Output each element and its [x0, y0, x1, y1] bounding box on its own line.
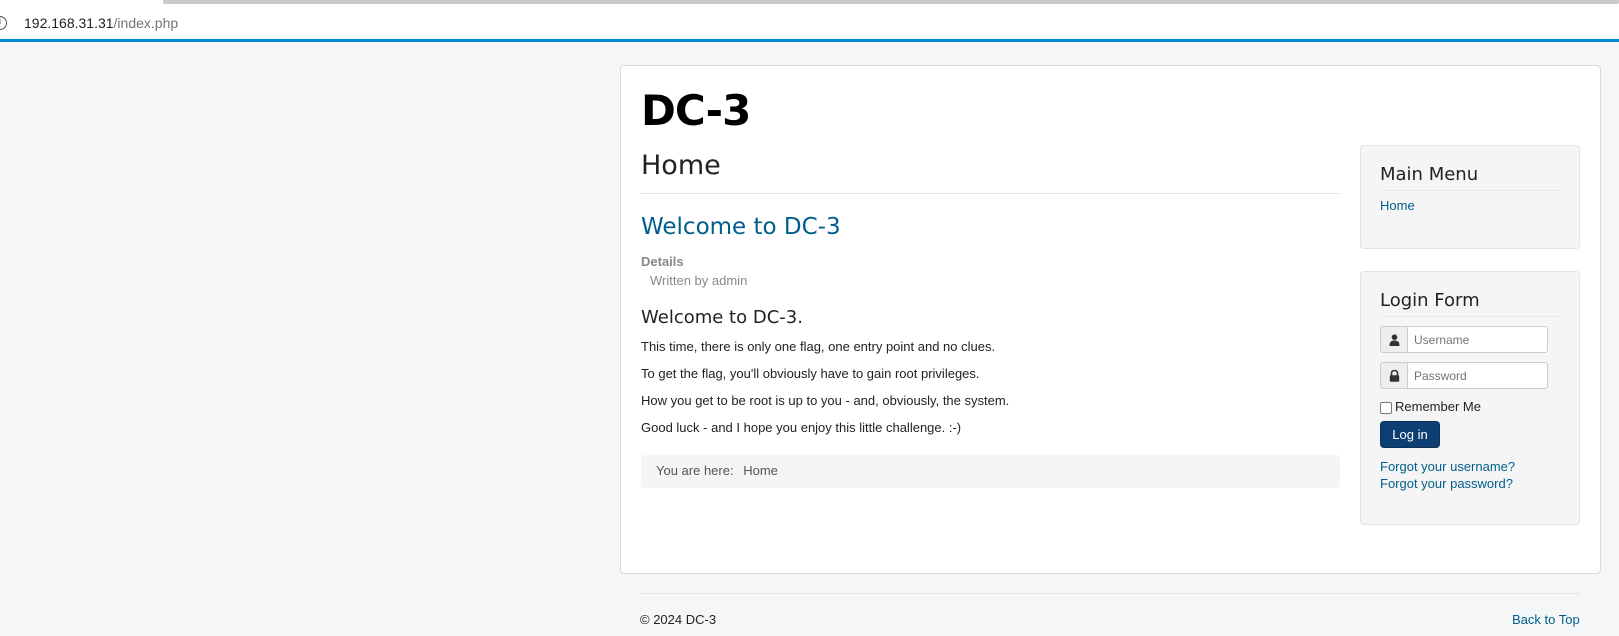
url-path: /index.php — [113, 15, 179, 31]
forgot-password-link[interactable]: Forgot your password? — [1380, 475, 1560, 492]
site-brand[interactable]: DC-3 — [641, 86, 751, 135]
main-menu-title: Main Menu — [1380, 164, 1560, 191]
article-paragraph: How you get to be root is up to you - an… — [641, 393, 1010, 408]
url-host: 192.168.31.31 — [24, 15, 114, 31]
password-row — [1380, 362, 1560, 389]
browser-address-bar: i 192.168.31.31/index.php — [0, 0, 1619, 42]
user-icon — [1380, 326, 1407, 353]
article-title[interactable]: Welcome to DC-3 — [641, 214, 1340, 240]
info-icon[interactable]: i — [0, 16, 7, 30]
remember-me-row: Remember Me — [1380, 399, 1560, 414]
article-subheading: Welcome to DC-3. — [641, 307, 803, 328]
main-menu-module: Main Menu Home — [1360, 145, 1580, 249]
footer-copyright: © 2024 DC-3 — [640, 612, 717, 627]
login-form-module: Login Form Remember Me Log in Forgot you… — [1360, 271, 1580, 525]
article-details-label: Details — [641, 254, 684, 269]
page-heading: Home — [641, 150, 1340, 194]
remember-me-checkbox[interactable] — [1380, 401, 1392, 414]
url-field[interactable]: 192.168.31.31/index.php — [24, 15, 178, 31]
footer-divider — [640, 593, 1581, 594]
main-content: Home Welcome to DC-3 Details Written by … — [641, 150, 1340, 488]
lock-icon — [1380, 362, 1407, 389]
menu-item-home[interactable]: Home — [1380, 198, 1560, 213]
article-author: Written by admin — [650, 273, 748, 288]
article-paragraph: Good luck - and I hope you enjoy this li… — [641, 420, 962, 435]
article-paragraph: To get the flag, you'll obviously have t… — [641, 366, 980, 381]
tab-strip-scrollbar — [163, 0, 1619, 4]
username-row — [1380, 326, 1560, 353]
username-input[interactable] — [1407, 326, 1548, 353]
breadcrumb-prefix: You are here: — [656, 463, 734, 478]
password-input[interactable] — [1407, 362, 1548, 389]
login-form-title: Login Form — [1380, 290, 1560, 317]
breadcrumb: You are here: Home — [641, 455, 1340, 488]
article-paragraph: This time, there is only one flag, one e… — [641, 339, 996, 354]
remember-me-label[interactable]: Remember Me — [1395, 399, 1481, 414]
back-to-top-link[interactable]: Back to Top — [1512, 612, 1580, 627]
page-container: DC-3 Home Welcome to DC-3 Details Writte… — [620, 65, 1601, 574]
breadcrumb-current: Home — [743, 463, 778, 478]
login-button[interactable]: Log in — [1380, 421, 1440, 448]
forgot-username-link[interactable]: Forgot your username? — [1380, 458, 1560, 475]
